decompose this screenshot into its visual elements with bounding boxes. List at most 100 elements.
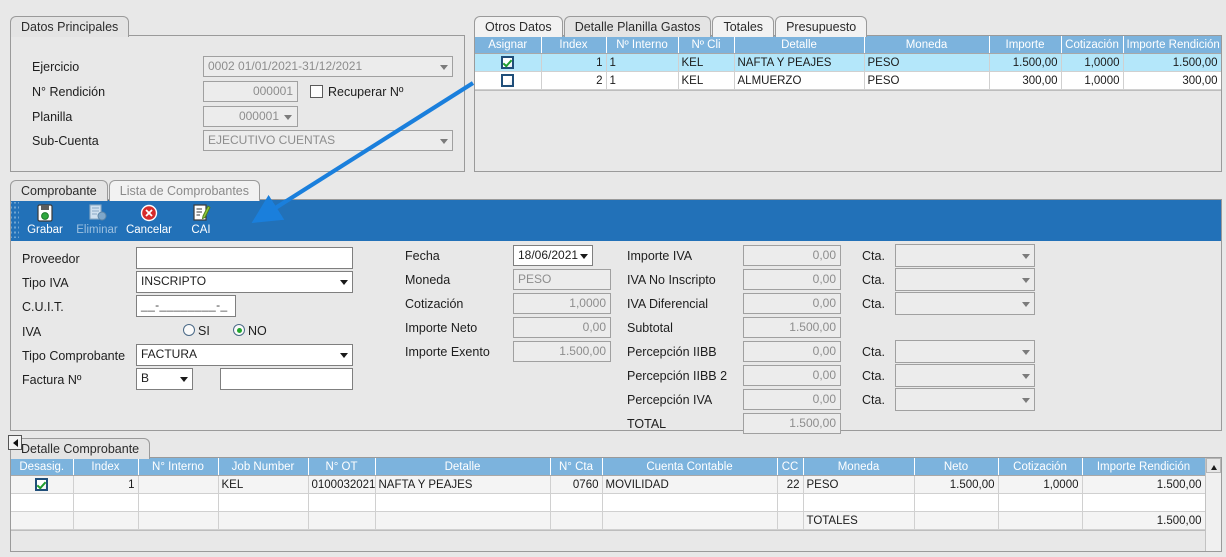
radio-iva-si[interactable] <box>183 324 195 336</box>
eliminar-label: Eliminar <box>76 224 118 236</box>
field-tipo-comprobante[interactable]: FACTURA <box>136 344 353 366</box>
label-total: TOTAL <box>627 417 666 431</box>
field-cta-2[interactable] <box>895 268 1035 291</box>
field-iva-diferencial[interactable]: 0,00 <box>743 293 841 314</box>
cell-cotizacion: 1,0000 <box>1061 72 1123 90</box>
field-percepcion-iibb[interactable]: 0,00 <box>743 341 841 362</box>
cai-button[interactable]: CAI <box>175 200 227 237</box>
checkbox-asignar[interactable] <box>501 74 514 87</box>
label-iva-diferencial: IVA Diferencial <box>627 297 708 311</box>
tab-lista-de-comprobantes[interactable]: Lista de Comprobantes <box>109 180 260 201</box>
col-cotizacion[interactable]: Cotización <box>998 458 1082 476</box>
gastos-grid[interactable]: Asignar Index Nº Interno Nº Cli Detalle … <box>475 36 1221 90</box>
col-index[interactable]: Index <box>541 36 606 54</box>
field-proveedor[interactable] <box>136 247 353 269</box>
col-index[interactable]: Index <box>73 458 138 476</box>
field-fecha[interactable]: 18/06/2021 <box>513 245 593 266</box>
col-importe[interactable]: Importe <box>989 36 1061 54</box>
toolbar-grip[interactable] <box>11 202 19 238</box>
col-asignar[interactable]: Asignar <box>475 36 541 54</box>
field-ejercicio[interactable]: 0002 01/01/2021-31/12/2021 <box>203 56 453 77</box>
cell-empty <box>914 494 998 512</box>
cell-detalle: ALMUERZO <box>734 72 864 90</box>
tab-comprobante[interactable]: Comprobante <box>10 180 108 201</box>
label-cta-4: Cta. <box>862 345 885 359</box>
col-moneda[interactable]: Moneda <box>864 36 989 54</box>
tab-datos-principales[interactable]: Datos Principales <box>10 16 129 37</box>
checkbox-recuperar-n[interactable] <box>310 85 323 98</box>
field-cta-5[interactable] <box>895 364 1035 387</box>
col-importe-rendicion[interactable]: Importe Rendición <box>1123 36 1221 54</box>
field-factura-letra[interactable]: B <box>136 368 193 390</box>
field-cta-3[interactable] <box>895 292 1035 315</box>
table-row[interactable]: 1 1 KEL NAFTA Y PEAJES PESO 1.500,00 1,0… <box>475 54 1221 72</box>
tab-scroll-left-button[interactable] <box>8 435 22 450</box>
table-row-empty[interactable] <box>11 494 1205 512</box>
tab-presupuesto[interactable]: Presupuesto <box>775 16 867 37</box>
col-job-number[interactable]: Job Number <box>218 458 308 476</box>
chevron-down-icon <box>1022 254 1030 259</box>
tab-totales[interactable]: Totales <box>712 16 774 37</box>
field-total[interactable]: 1.500,00 <box>743 413 841 434</box>
col-moneda[interactable]: Moneda <box>803 458 914 476</box>
col-importe-rendicion[interactable]: Importe Rendición <box>1082 458 1205 476</box>
field-percepcion-iva[interactable]: 0,00 <box>743 389 841 410</box>
detalle-grid-wrap: Desasig. Index N° Interno Job Number N° … <box>11 458 1205 551</box>
field-importe-iva[interactable]: 0,00 <box>743 245 841 266</box>
field-factura-numero[interactable] <box>220 368 353 390</box>
col-n-ot[interactable]: N° OT <box>308 458 375 476</box>
cancelar-button[interactable]: Cancelar <box>123 200 175 237</box>
checkbox-desasig[interactable] <box>35 478 48 491</box>
grabar-button[interactable]: Grabar <box>19 200 71 237</box>
scroll-up-button[interactable] <box>1206 458 1221 473</box>
table-row[interactable]: 2 1 KEL ALMUERZO PESO 300,00 1,0000 300,… <box>475 72 1221 90</box>
tab-otros-datos[interactable]: Otros Datos <box>474 16 563 37</box>
table-row[interactable]: 1 KEL 0100032021 NAFTA Y PEAJES 0760 MOV… <box>11 476 1205 494</box>
field-tipo-iva[interactable]: INSCRIPTO <box>136 271 353 293</box>
label-percepcion-iibb-2: Percepción IIBB 2 <box>627 369 727 383</box>
cell-asignar[interactable] <box>475 54 541 72</box>
detalle-grid-vscrollbar[interactable] <box>1205 458 1221 551</box>
field-moneda[interactable]: PESO <box>513 269 611 290</box>
field-importe-neto[interactable]: 0,00 <box>513 317 611 338</box>
cell-empty <box>138 512 218 530</box>
col-n-interno[interactable]: Nº Interno <box>606 36 678 54</box>
field-cta-1[interactable] <box>895 244 1035 267</box>
col-neto[interactable]: Neto <box>914 458 998 476</box>
label-importe-iva: Importe IVA <box>627 249 692 263</box>
cell-desasig[interactable] <box>11 476 73 494</box>
tab-detalle-planilla-gastos[interactable]: Detalle Planilla Gastos <box>564 16 712 37</box>
field-cotizacion[interactable]: 1,0000 <box>513 293 611 314</box>
radio-iva-no[interactable] <box>233 324 245 336</box>
col-n-cta[interactable]: N° Cta <box>550 458 602 476</box>
cell-neto: 1.500,00 <box>914 476 998 494</box>
col-detalle[interactable]: Detalle <box>375 458 550 476</box>
tab-detalle-comprobante[interactable]: Detalle Comprobante <box>10 438 150 459</box>
col-detalle[interactable]: Detalle <box>734 36 864 54</box>
eliminar-button[interactable]: Eliminar <box>71 200 123 237</box>
field-cuit[interactable]: __-________-_ <box>136 295 236 317</box>
field-sub-cuenta[interactable]: EJECUTIVO CUENTAS <box>203 130 453 151</box>
col-desasig[interactable]: Desasig. <box>11 458 73 476</box>
field-iva-no-inscripto[interactable]: 0,00 <box>743 269 841 290</box>
cell-moneda: PESO <box>864 54 989 72</box>
col-cuenta-contable[interactable]: Cuenta Contable <box>602 458 777 476</box>
label-iva-no: NO <box>248 324 267 338</box>
field-importe-exento[interactable]: 1.500,00 <box>513 341 611 362</box>
col-n-interno[interactable]: N° Interno <box>138 458 218 476</box>
cell-asignar[interactable] <box>475 72 541 90</box>
field-n-rendicion[interactable]: 000001 <box>203 81 298 102</box>
col-n-cli[interactable]: Nº Cli <box>678 36 734 54</box>
field-cta-6[interactable] <box>895 388 1035 411</box>
col-cc[interactable]: CC <box>777 458 803 476</box>
col-cotizacion[interactable]: Cotización <box>1061 36 1123 54</box>
field-cta-4[interactable] <box>895 340 1035 363</box>
checkbox-asignar[interactable] <box>501 56 514 69</box>
field-sub-cuenta-value: EJECUTIVO CUENTAS <box>208 133 335 147</box>
field-planilla[interactable]: 000001 <box>203 106 298 127</box>
label-cotizacion: Cotización <box>405 297 463 311</box>
field-percepcion-iibb-2[interactable]: 0,00 <box>743 365 841 386</box>
label-planilla: Planilla <box>32 110 72 124</box>
detalle-comprobante-grid[interactable]: Desasig. Index N° Interno Job Number N° … <box>11 458 1205 530</box>
field-subtotal[interactable]: 1.500,00 <box>743 317 841 338</box>
